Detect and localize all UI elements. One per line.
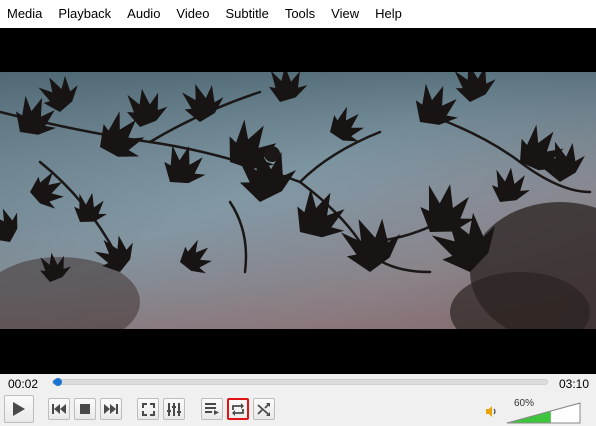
loop-button[interactable] <box>227 398 249 420</box>
play-icon <box>13 402 25 416</box>
volume-slider[interactable] <box>506 402 582 424</box>
skip-previous-icon <box>52 404 66 414</box>
play-button[interactable] <box>4 395 34 423</box>
extended-settings-button[interactable] <box>163 398 185 420</box>
time-elapsed: 00:02 <box>8 377 39 391</box>
skip-next-icon <box>104 404 118 414</box>
next-button[interactable] <box>100 398 122 420</box>
shuffle-icon <box>257 402 270 416</box>
equalizer-sliders-icon <box>167 402 181 416</box>
stop-button[interactable] <box>74 398 96 420</box>
menu-video[interactable]: Video <box>168 0 217 28</box>
seek-bar[interactable] <box>52 378 548 386</box>
menu-playback[interactable]: Playback <box>50 0 119 28</box>
playlist-icon <box>205 403 219 415</box>
video-display[interactable] <box>0 28 596 374</box>
menu-media[interactable]: Media <box>0 0 50 28</box>
menu-audio[interactable]: Audio <box>119 0 168 28</box>
menu-view[interactable]: View <box>323 0 367 28</box>
seek-handle[interactable] <box>54 378 63 386</box>
menu-subtitle[interactable]: Subtitle <box>217 0 276 28</box>
fullscreen-button[interactable] <box>137 398 159 420</box>
random-button[interactable] <box>253 398 275 420</box>
menu-tools[interactable]: Tools <box>277 0 323 28</box>
speaker-icon[interactable] <box>486 406 498 417</box>
playlist-button[interactable] <box>201 398 223 420</box>
menu-bar: Media Playback Audio Video Subtitle Tool… <box>0 0 596 28</box>
seek-row: 00:02 03:10 <box>0 374 596 394</box>
loop-icon <box>232 402 244 416</box>
stop-icon <box>80 404 90 414</box>
time-total: 03:10 <box>558 377 589 391</box>
menu-help[interactable]: Help <box>367 0 410 28</box>
previous-button[interactable] <box>48 398 70 420</box>
video-frame <box>0 72 596 329</box>
fullscreen-icon <box>141 402 155 416</box>
